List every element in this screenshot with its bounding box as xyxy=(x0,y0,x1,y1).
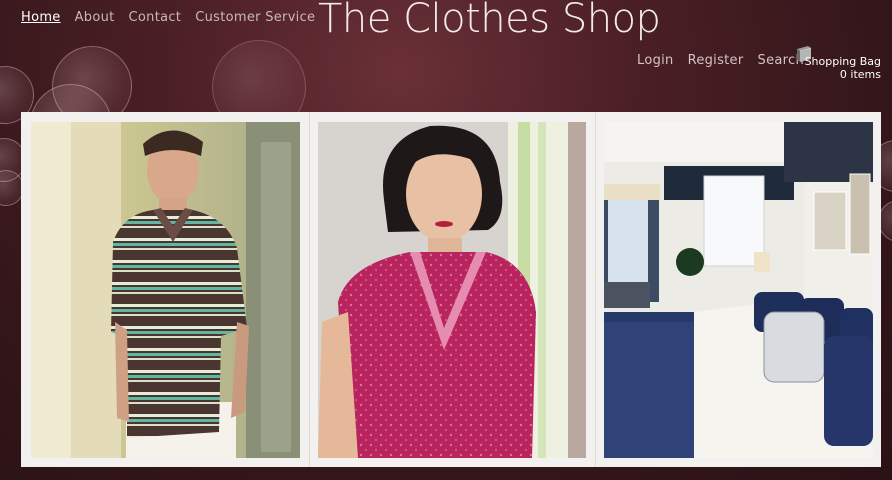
shopping-bag[interactable]: Shopping Bag 0 items xyxy=(805,55,881,81)
gallery-image-man-striped-polo[interactable] xyxy=(31,122,300,458)
woman-pink-top-photo xyxy=(318,122,586,458)
man-striped-polo-photo xyxy=(31,122,300,458)
gallery-divider xyxy=(595,112,596,467)
main-nav: Home About Contact Customer Service xyxy=(21,10,315,25)
shopping-bag-count: 0 items xyxy=(839,68,881,81)
shopping-bag-label: Shopping Bag xyxy=(804,55,881,68)
nav-home-link[interactable]: Home xyxy=(21,10,61,25)
account-links: Login Register Search xyxy=(637,53,804,68)
bedroom-interior-photo xyxy=(604,122,873,458)
gallery-image-woman-pink-top[interactable] xyxy=(318,122,586,458)
gallery-divider xyxy=(309,112,310,467)
nav-customer-service-link[interactable]: Customer Service xyxy=(195,10,315,25)
login-link[interactable]: Login xyxy=(637,53,674,68)
site-logo[interactable]: The Clothes Shop xyxy=(318,0,661,42)
register-link[interactable]: Register xyxy=(688,53,744,68)
gallery-image-bedroom-interior[interactable] xyxy=(604,122,873,458)
nav-about-link[interactable]: About xyxy=(75,10,115,25)
nav-contact-link[interactable]: Contact xyxy=(129,10,182,25)
featured-gallery xyxy=(21,112,881,467)
